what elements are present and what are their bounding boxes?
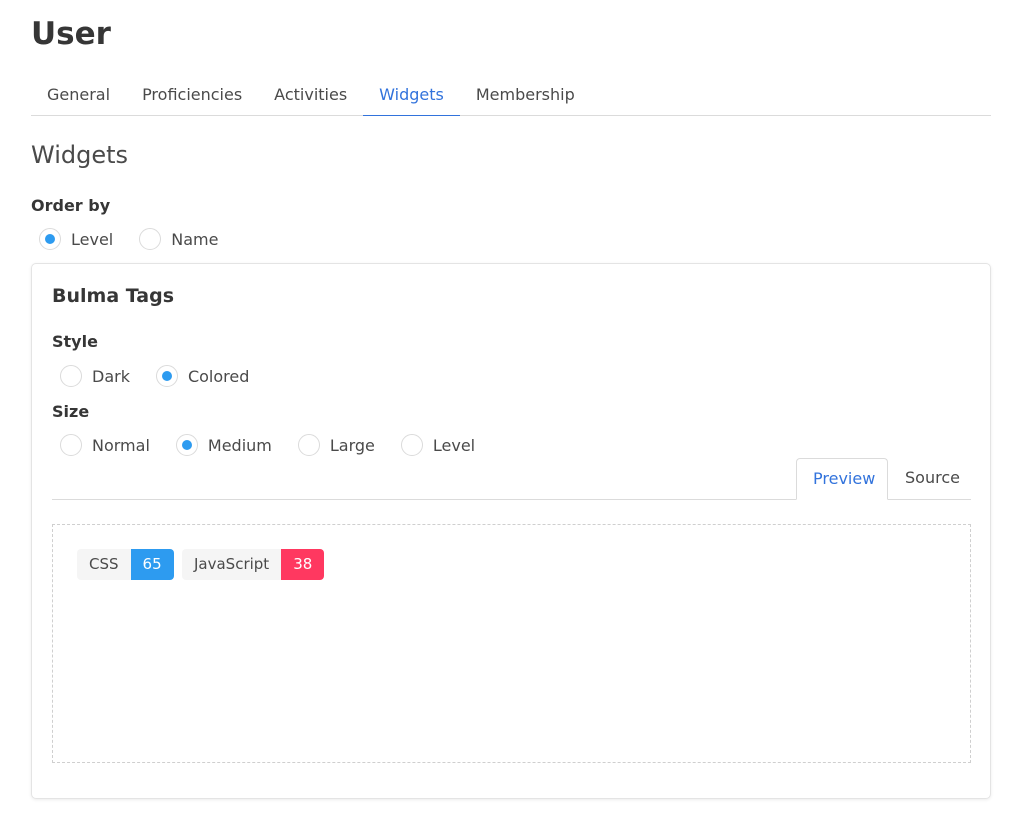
tag-count: 38	[281, 549, 325, 580]
radio-label: Colored	[187, 366, 250, 386]
size-level-radio[interactable]: Level	[400, 434, 476, 456]
tab-widgets[interactable]: Widgets	[363, 76, 460, 116]
radio-unchecked-icon[interactable]	[400, 434, 423, 456]
style-dark-radio[interactable]: Dark	[60, 365, 130, 387]
preview-source-tabs: Preview Source	[52, 458, 971, 500]
size-radio-group: Normal Medium Large Level	[60, 432, 501, 458]
size-medium-radio[interactable]: Medium	[175, 434, 272, 456]
radio-checked-icon[interactable]	[39, 228, 61, 250]
radio-label: Dark	[92, 366, 130, 386]
page-title: User	[31, 16, 111, 52]
radio-label: Name	[171, 229, 219, 249]
tag-label: JavaScript	[182, 549, 282, 580]
radio-label: Level	[432, 435, 476, 455]
order-by-radio-group: Level Name	[39, 226, 244, 252]
tab-membership[interactable]: Membership	[460, 76, 591, 115]
section-title: Widgets	[31, 141, 129, 169]
tag-count: 65	[130, 549, 174, 580]
tab-source[interactable]: Source	[889, 458, 971, 499]
order-by-name-radio[interactable]: Name	[139, 228, 218, 250]
tab-preview[interactable]: Preview	[796, 458, 888, 500]
order-by-level-radio[interactable]: Level	[39, 228, 113, 250]
style-colored-radio[interactable]: Colored	[155, 365, 250, 387]
size-large-radio[interactable]: Large	[297, 434, 375, 456]
size-normal-radio[interactable]: Normal	[60, 434, 150, 456]
style-radio-group: Dark Colored	[60, 363, 275, 389]
user-tabs: General Proficiencies Activities Widgets…	[31, 76, 991, 116]
order-by-label: Order by	[31, 196, 111, 215]
tag-label: CSS	[77, 549, 131, 580]
tab-general[interactable]: General	[31, 76, 126, 115]
tab-activities[interactable]: Activities	[258, 76, 363, 115]
radio-unchecked-icon[interactable]	[297, 434, 320, 456]
tab-proficiencies[interactable]: Proficiencies	[126, 76, 258, 115]
radio-unchecked-icon[interactable]	[60, 365, 82, 387]
radio-unchecked-icon[interactable]	[60, 434, 82, 456]
size-label: Size	[52, 402, 90, 421]
radio-label: Large	[329, 435, 375, 455]
radio-unchecked-icon[interactable]	[139, 228, 162, 250]
radio-label: Normal	[92, 435, 150, 455]
card-title: Bulma Tags	[52, 285, 174, 307]
preview-area: CSS 65 JavaScript 38	[52, 524, 971, 763]
style-label: Style	[52, 332, 98, 351]
tag-javascript: JavaScript 38	[182, 549, 325, 580]
radio-label: Level	[71, 229, 114, 249]
radio-checked-icon[interactable]	[155, 365, 178, 387]
radio-checked-icon[interactable]	[175, 434, 198, 456]
bulma-tags-card: Bulma Tags Style Dark Colored Size Norma…	[31, 263, 991, 799]
tag-css: CSS 65	[77, 549, 174, 580]
radio-label: Medium	[207, 435, 272, 455]
